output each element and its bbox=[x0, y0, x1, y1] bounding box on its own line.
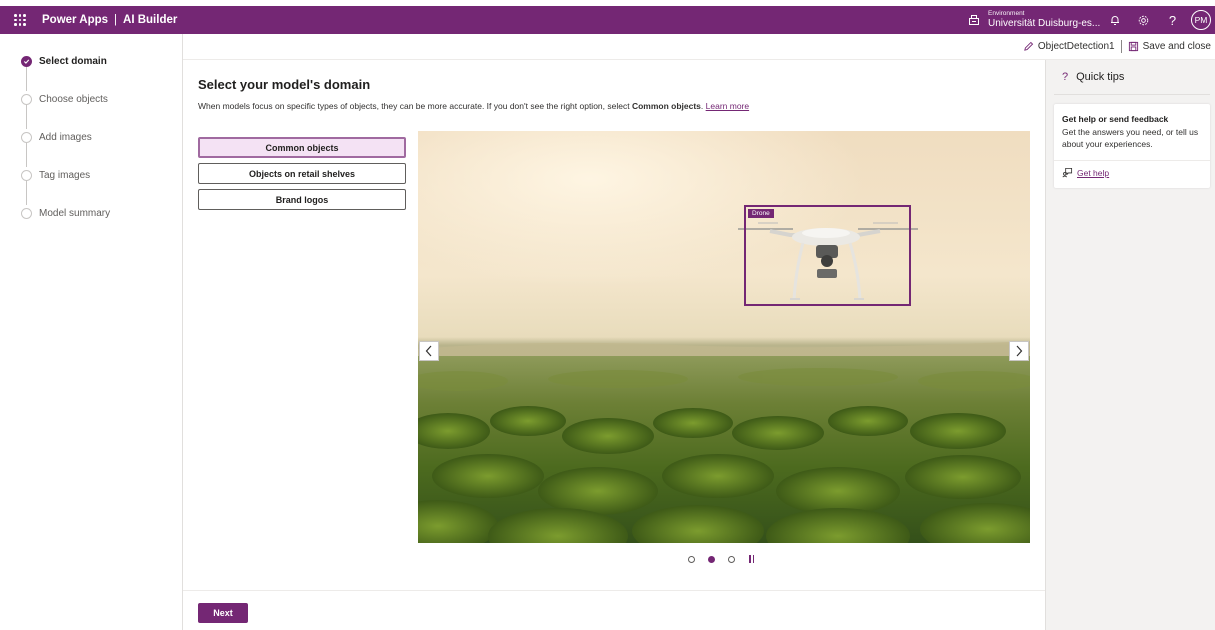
page-description: When models focus on specific types of o… bbox=[198, 101, 749, 111]
environment-value: Universität Duisburg-es... bbox=[988, 17, 1101, 29]
save-and-close-label: Save and close bbox=[1142, 41, 1211, 52]
step-circle-icon bbox=[21, 207, 32, 219]
step-connector bbox=[26, 66, 27, 91]
carousel-prev-button[interactable] bbox=[419, 341, 439, 361]
step-model-summary[interactable]: Model summary bbox=[21, 206, 110, 220]
pencil-icon bbox=[1023, 41, 1034, 52]
step-tag-images[interactable]: Tag images bbox=[21, 168, 90, 182]
pause-icon[interactable] bbox=[749, 555, 756, 563]
top-bar: Power Apps | AI Builder Environment Univer… bbox=[0, 6, 1215, 34]
step-select-domain[interactable]: Select domain bbox=[21, 54, 107, 68]
drone-over-field-image bbox=[418, 131, 1030, 543]
question-icon: ? bbox=[1062, 71, 1069, 83]
step-label: Model summary bbox=[39, 207, 111, 219]
app-separator: | bbox=[114, 14, 118, 26]
user-avatar[interactable]: PM bbox=[1191, 10, 1211, 30]
help-card-body: Get the answers you need, or tell us abo… bbox=[1062, 127, 1199, 149]
domain-example-carousel: Drone bbox=[418, 131, 1030, 543]
waffle-icon[interactable] bbox=[0, 6, 40, 34]
footer-divider bbox=[183, 590, 1045, 591]
page-title: Select your model's domain bbox=[198, 77, 371, 92]
step-connector bbox=[26, 142, 27, 167]
command-separator bbox=[1120, 40, 1122, 53]
app-name: Power Apps bbox=[42, 14, 109, 26]
step-connector bbox=[26, 104, 27, 129]
chevron-right-icon bbox=[1016, 345, 1023, 357]
learn-more-link[interactable]: Learn more bbox=[706, 101, 749, 111]
domain-common-objects-button[interactable]: Common objects bbox=[198, 137, 406, 158]
step-connector bbox=[26, 180, 27, 205]
save-and-close-button[interactable]: Save and close bbox=[1128, 41, 1211, 52]
step-circle-icon bbox=[21, 93, 32, 105]
step-circle-icon bbox=[21, 131, 32, 143]
environment-picker[interactable]: Environment Universität Duisburg-es... bbox=[988, 11, 1100, 29]
description-text: When models focus on specific types of o… bbox=[198, 101, 632, 111]
next-button[interactable]: Next bbox=[198, 603, 248, 623]
step-add-images[interactable]: Add images bbox=[21, 130, 92, 144]
quick-tips-divider bbox=[1054, 94, 1210, 95]
quick-tips-header: ? Quick tips bbox=[1062, 71, 1124, 83]
domain-retail-shelves-button[interactable]: Objects on retail shelves bbox=[198, 163, 406, 184]
step-circle-icon bbox=[21, 169, 32, 181]
carousel-dot-2[interactable] bbox=[708, 555, 715, 563]
help-card-title: Get help or send feedback bbox=[1062, 114, 1169, 124]
environment-icon[interactable] bbox=[966, 12, 982, 28]
command-bar: ObjectDetection1 Save and close bbox=[183, 34, 1215, 60]
save-icon bbox=[1128, 41, 1139, 52]
step-label: Select domain bbox=[39, 55, 107, 67]
step-label: Add images bbox=[39, 131, 92, 143]
help-card: Get help or send feedback Get the answer… bbox=[1054, 104, 1210, 188]
carousel-dot-1[interactable] bbox=[688, 555, 695, 563]
bell-icon[interactable] bbox=[1100, 6, 1129, 34]
detection-bounding-box: Drone bbox=[744, 205, 911, 306]
chevron-left-icon bbox=[425, 345, 432, 357]
step-label: Tag images bbox=[39, 169, 91, 181]
carousel-pager bbox=[688, 555, 756, 563]
help-card-divider bbox=[1054, 160, 1210, 161]
product-name: AI Builder bbox=[123, 14, 178, 26]
environment-label: Environment bbox=[988, 10, 1025, 18]
help-icon[interactable]: ? bbox=[1158, 6, 1187, 34]
get-help-label: Get help bbox=[1077, 167, 1110, 178]
get-help-link[interactable]: Get help bbox=[1062, 167, 1109, 178]
carousel-dot-3[interactable] bbox=[728, 555, 735, 563]
step-check-icon bbox=[21, 55, 32, 67]
quick-tips-title: Quick tips bbox=[1076, 71, 1125, 83]
feedback-icon bbox=[1062, 167, 1073, 178]
carousel-next-button[interactable] bbox=[1009, 341, 1029, 361]
description-bold: Common objects bbox=[631, 101, 701, 111]
rename-model-button[interactable]: ObjectDetection1 bbox=[1023, 41, 1115, 52]
step-choose-objects[interactable]: Choose objects bbox=[21, 92, 108, 106]
domain-brand-logos-button[interactable]: Brand logos bbox=[198, 189, 406, 210]
app-title[interactable]: Power Apps | AI Builder bbox=[42, 14, 177, 26]
step-label: Choose objects bbox=[39, 93, 108, 105]
detection-label: Drone bbox=[748, 209, 774, 218]
quick-tips-panel: ? Quick tips Get help or send feedback G… bbox=[1045, 60, 1215, 630]
gear-icon[interactable] bbox=[1129, 6, 1158, 34]
wizard-steps: Select domain Choose objects Add images … bbox=[0, 34, 183, 630]
model-name: ObjectDetection1 bbox=[1037, 41, 1115, 52]
